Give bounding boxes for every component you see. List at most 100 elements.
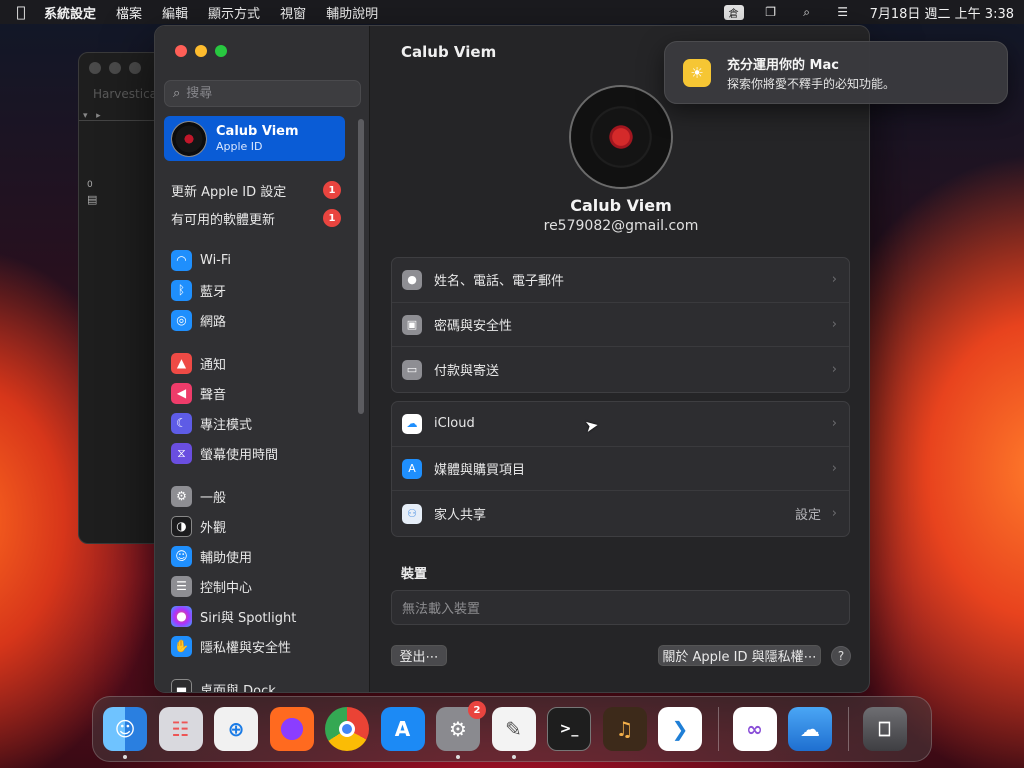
screen-mirroring-icon[interactable]: ❐	[762, 5, 780, 19]
row-family-sharing[interactable]: ⚇ 家人共享 設定 ›	[392, 491, 849, 536]
sidebar-item-network[interactable]: ◎ 網路	[155, 305, 355, 335]
row-media-purchases[interactable]: A 媒體與購買項目 ›	[392, 447, 849, 492]
dock-finder-icon[interactable]: ☺	[103, 707, 147, 759]
sidebar-item-control-center[interactable]: ☰ 控制中心	[155, 571, 355, 601]
dock-terminal-icon[interactable]: >_	[547, 707, 591, 751]
close-button[interactable]	[175, 45, 187, 57]
services-group: ☁ iCloud › A 媒體與購買項目 › ⚇ 家人共享 設定 ›	[391, 401, 850, 538]
dock-chrome-icon[interactable]	[325, 707, 369, 751]
sidebar-item-appearance[interactable]: ◑ 外觀	[155, 511, 355, 541]
menu-view[interactable]: 顯示方式	[208, 3, 260, 22]
dock-launchpad-icon[interactable]: ☷	[158, 707, 203, 751]
system-settings-window: ⌕ Calub Viem Apple ID 更新 Apple ID 設定 1 有…	[154, 25, 870, 693]
dock-firefox-icon[interactable]	[269, 707, 314, 751]
sidebar-item-wifi[interactable]: ◠ Wi-Fi	[155, 245, 355, 275]
menu-help[interactable]: 輔助說明	[326, 3, 378, 22]
dock-trash-icon[interactable]: ⎕	[862, 707, 907, 751]
dock: ☺ ☷ ⊕ A ⚙ 2 ✎ >_ ♫ ❯ ∞ ☁ ⎕	[92, 696, 932, 762]
creditcard-icon: ▭	[402, 359, 422, 380]
menu-file[interactable]: 檔案	[116, 3, 142, 22]
apple-menu-icon[interactable]: 	[10, 3, 32, 21]
dock-textedit-icon[interactable]: ✎	[491, 707, 536, 759]
bg-minimize-button[interactable]	[109, 62, 121, 74]
accessibility-icon: ☺	[171, 545, 192, 567]
devices-empty-text: 無法載入裝置	[402, 602, 481, 617]
account-settings-group: ● 姓名、電話、電子郵件 › ▣ 密碼與安全性 › ▭ 付款與寄送 ›	[391, 257, 850, 394]
sidebar-item-notifications[interactable]: ▲ 通知	[155, 348, 355, 378]
minimize-button[interactable]	[195, 45, 207, 57]
background-window-title: Harvestica	[93, 87, 158, 101]
notification-banner[interactable]: ☀ 充分運用你的 Mac 探索你將愛不釋手的必知功能。	[664, 41, 1008, 104]
signout-button[interactable]: 登出⋯	[391, 645, 447, 666]
sidebar-item-accessibility[interactable]: ☺ 輔助使用	[155, 541, 355, 571]
globe-icon: ◎	[171, 309, 192, 331]
appearance-icon: ◑	[171, 515, 192, 537]
notification-body: 探索你將愛不釋手的必知功能。	[727, 76, 896, 91]
main-content: Calub Viem Calub Viem re579082@gmail.com…	[371, 26, 869, 692]
bg-close-button[interactable]	[89, 62, 101, 74]
control-center-icon[interactable]: ☰	[834, 5, 852, 19]
sidebar-item-privacy-security[interactable]: ✋ 隱私權與安全性	[155, 631, 355, 661]
menu-bar:  系統設定 檔案 編輯 顯示方式 視窗 輔助說明 倉 ❐ ⌕ ☰ 7月18日 …	[0, 0, 1024, 24]
search-field[interactable]: ⌕	[164, 80, 361, 107]
sidebar-item-focus[interactable]: ☾ 專注模式	[155, 408, 355, 438]
dock-garageband-icon[interactable]: ♫	[602, 707, 647, 751]
avatar	[171, 120, 207, 157]
row-name-phone-email[interactable]: ● 姓名、電話、電子郵件 ›	[392, 258, 849, 303]
spotlight-search-icon[interactable]: ⌕	[798, 5, 816, 19]
sidebar-item-siri-spotlight[interactable]: ● Siri與 Spotlight	[155, 601, 355, 631]
dock-safari-icon[interactable]: ⊕	[214, 707, 258, 751]
menu-window[interactable]: 視窗	[280, 3, 306, 22]
sidebar-item-general[interactable]: ⚙ 一般	[155, 481, 355, 511]
moon-icon: ☾	[171, 412, 192, 434]
menu-clock[interactable]: 7月18日 週二 上午 3:38	[870, 3, 1014, 22]
sidebar-list: 更新 Apple ID 設定 1 有可用的軟體更新 1 ◠ Wi-Fi ᛒ 藍牙…	[155, 176, 355, 692]
devices-section-title: 裝置	[401, 567, 428, 582]
sidebar-scrollbar[interactable]	[358, 119, 364, 414]
sidebar-alert-apple-id[interactable]: 更新 Apple ID 設定 1	[155, 176, 355, 204]
search-input[interactable]	[186, 86, 337, 101]
icloud-icon: ☁	[402, 413, 422, 434]
sidebar: ⌕ Calub Viem Apple ID 更新 Apple ID 設定 1 有…	[155, 26, 370, 692]
row-icloud[interactable]: ☁ iCloud ›	[392, 402, 849, 447]
chevron-right-icon: ›	[831, 362, 837, 378]
menu-app-name[interactable]: 系統設定	[44, 3, 96, 22]
notification-title: 充分運用你的 Mac	[727, 57, 839, 73]
dock-separator	[717, 707, 719, 751]
sidebar-item-bluetooth[interactable]: ᛒ 藍牙	[155, 275, 355, 305]
wifi-icon: ◠	[171, 249, 192, 271]
chevron-right-icon: ›	[831, 416, 837, 432]
hourglass-icon: ⧖	[171, 442, 192, 464]
sidebar-item-desktop-dock[interactable]: ▬ 桌面與 Dock	[155, 674, 355, 692]
sidebar-item-screen-time[interactable]: ⧖ 螢幕使用時間	[155, 438, 355, 468]
dock-weather-icon[interactable]: ☁	[788, 707, 832, 751]
dock-system-settings-icon[interactable]: ⚙ 2	[436, 701, 486, 759]
profile-email: re579082@gmail.com	[543, 218, 699, 234]
traffic-lights	[175, 45, 227, 57]
sidebar-account-apple-id[interactable]: Calub Viem Apple ID	[164, 116, 345, 161]
zoom-button[interactable]	[215, 45, 227, 57]
chevron-right-icon: ›	[831, 317, 837, 333]
lock-icon: ▣	[402, 314, 422, 335]
background-window-traffic-lights	[89, 62, 141, 74]
row-password-security[interactable]: ▣ 密碼與安全性 ›	[392, 303, 849, 348]
appstore-icon: A	[402, 458, 422, 479]
siri-icon: ●	[171, 605, 192, 627]
hand-icon: ✋	[171, 635, 192, 657]
dock-visual-studio-icon[interactable]: ∞	[732, 707, 777, 751]
chevron-right-icon: ›	[831, 461, 837, 477]
bg-zoom-button[interactable]	[129, 62, 141, 74]
menu-edit[interactable]: 編輯	[162, 3, 188, 22]
chevron-right-icon: ›	[831, 506, 837, 522]
sidebar-alert-software-update[interactable]: 有可用的軟體更新 1	[155, 204, 355, 232]
about-apple-id-privacy-button[interactable]: 關於 Apple ID 與隱私權⋯	[658, 645, 821, 666]
input-method-icon[interactable]: 倉	[723, 4, 744, 20]
devices-list: 無法載入裝置	[391, 590, 850, 625]
profile-avatar[interactable]	[571, 87, 671, 187]
help-button[interactable]: ?	[831, 646, 851, 666]
row-payment-shipping[interactable]: ▭ 付款與寄送 ›	[392, 347, 849, 392]
gear-icon: ⚙	[171, 485, 192, 507]
sidebar-item-sound[interactable]: ◀ 聲音	[155, 378, 355, 408]
dock-app-store-icon[interactable]: A	[380, 707, 425, 751]
dock-vscode-icon[interactable]: ❯	[658, 707, 702, 751]
